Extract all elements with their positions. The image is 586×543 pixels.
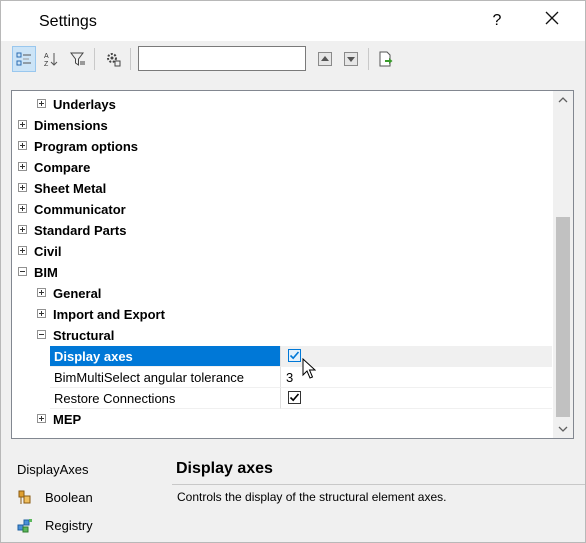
- expand-icon[interactable]: [18, 141, 27, 150]
- tree-item-label: Compare: [34, 160, 91, 175]
- property-name: Display axes: [50, 346, 281, 367]
- collapse-icon[interactable]: [37, 330, 46, 339]
- tree-item-label: General: [53, 286, 102, 301]
- divider: [172, 484, 585, 485]
- chevron-up-icon: [558, 97, 568, 103]
- angular-tolerance-value[interactable]: 3: [281, 367, 552, 388]
- arrow-down-icon: [344, 52, 358, 66]
- scroll-down-button[interactable]: [553, 420, 573, 438]
- property-display-axes[interactable]: Display axes: [50, 346, 552, 367]
- toolbar-separator: [130, 48, 131, 70]
- registry-icon: [17, 519, 32, 533]
- tree-item-mep[interactable]: MEP: [12, 409, 552, 430]
- move-down-button[interactable]: [339, 46, 363, 72]
- tree-item-bim[interactable]: BIM: [12, 262, 552, 283]
- tree-item-standard-parts[interactable]: Standard Parts: [12, 220, 552, 241]
- tree-item-label: Underlays: [53, 97, 116, 112]
- export-icon: [379, 51, 393, 67]
- tree-item-civil[interactable]: Civil: [12, 241, 552, 262]
- tree-item-label: Dimensions: [34, 118, 108, 133]
- description-text: Controls the display of the structural e…: [177, 490, 447, 504]
- tree-item-label: Sheet Metal: [34, 181, 107, 196]
- tree-item-label: Import and Export: [53, 307, 165, 322]
- collapse-icon[interactable]: [18, 267, 27, 276]
- scrollbar-thumb[interactable]: [556, 217, 570, 417]
- tree-item-underlays[interactable]: Underlays: [12, 94, 552, 115]
- categorized-view-button[interactable]: [12, 46, 36, 72]
- property-value: [281, 388, 552, 409]
- expand-icon[interactable]: [37, 99, 46, 108]
- toolbar-separator: [94, 48, 95, 70]
- tree-item-label: BIM: [34, 265, 58, 280]
- svg-text:Z: Z: [44, 61, 49, 67]
- restore-connections-checkbox[interactable]: [288, 391, 301, 404]
- close-icon: [545, 11, 559, 25]
- tree-item-label: Communicator: [34, 202, 126, 217]
- property-restore-connections[interactable]: Restore Connections: [50, 388, 552, 409]
- tree-item-label: Civil: [34, 244, 62, 259]
- help-button[interactable]: ?: [485, 7, 509, 35]
- expand-icon[interactable]: [18, 162, 27, 171]
- mouse-cursor-icon: [302, 358, 316, 379]
- filter-button[interactable]: [66, 46, 90, 72]
- property-name: Restore Connections: [50, 388, 281, 409]
- tree-item-general[interactable]: General: [12, 283, 552, 304]
- sort-az-icon: A Z: [44, 53, 58, 67]
- search-input[interactable]: [138, 46, 306, 71]
- tree-item-program-options[interactable]: Program options: [12, 136, 552, 157]
- move-up-button[interactable]: [313, 46, 337, 72]
- property-angular-tolerance[interactable]: BimMultiSelect angular tolerance 3: [50, 367, 552, 388]
- property-name: BimMultiSelect angular tolerance: [50, 367, 281, 388]
- tree-item-sheet-metal[interactable]: Sheet Metal: [12, 178, 552, 199]
- tree-item-label: Program options: [34, 139, 139, 154]
- tree-item-import-export[interactable]: Import and Export: [12, 304, 552, 325]
- close-button[interactable]: [537, 7, 567, 35]
- filter-icon: [70, 52, 85, 66]
- scroll-up-button[interactable]: [553, 91, 573, 109]
- property-value: [281, 346, 552, 367]
- storage-label: Registry: [45, 518, 93, 533]
- tree-item-label: MEP: [53, 412, 82, 427]
- variable-name: DisplayAxes: [17, 462, 89, 477]
- boolean-type-icon: [18, 490, 31, 504]
- categorized-icon: [16, 52, 31, 66]
- expand-icon[interactable]: [18, 183, 27, 192]
- alphabetical-view-button[interactable]: A Z: [39, 46, 63, 72]
- settings-window: Settings ? A Z Underlays Dimensions Prog…: [0, 0, 586, 543]
- window-title: Settings: [39, 13, 97, 30]
- expand-icon[interactable]: [18, 204, 27, 213]
- tree-item-label: Standard Parts: [34, 223, 127, 238]
- expand-icon[interactable]: [37, 414, 46, 423]
- options-button[interactable]: [101, 46, 125, 72]
- expand-icon[interactable]: [37, 309, 46, 318]
- description-title: Display axes: [176, 460, 273, 477]
- expand-icon[interactable]: [37, 288, 46, 297]
- tree-item-structural[interactable]: Structural: [12, 325, 552, 346]
- gear-icon: [107, 53, 121, 67]
- expand-icon[interactable]: [18, 246, 27, 255]
- chevron-down-icon: [558, 426, 568, 432]
- expand-icon[interactable]: [18, 225, 27, 234]
- arrow-up-icon: [318, 52, 332, 66]
- checkmark-icon: [289, 393, 300, 402]
- svg-text:A: A: [44, 53, 49, 60]
- title-bar: Settings ?: [1, 1, 585, 41]
- tree-item-label: Structural: [53, 328, 115, 343]
- tree-item-communicator[interactable]: Communicator: [12, 199, 552, 220]
- checkmark-icon: [289, 351, 300, 360]
- tree-item-dimensions[interactable]: Dimensions: [12, 115, 552, 136]
- tree-item-compare[interactable]: Compare: [12, 157, 552, 178]
- vertical-scrollbar[interactable]: [553, 91, 573, 438]
- type-label: Boolean: [45, 490, 93, 505]
- expand-icon[interactable]: [18, 120, 27, 129]
- toolbar-separator: [368, 48, 369, 70]
- settings-tree: Underlays Dimensions Program options Com…: [11, 90, 574, 439]
- display-axes-checkbox[interactable]: [288, 349, 301, 362]
- description-panel: DisplayAxes Boolean Registry Display axe…: [1, 447, 585, 542]
- export-button[interactable]: [374, 46, 398, 72]
